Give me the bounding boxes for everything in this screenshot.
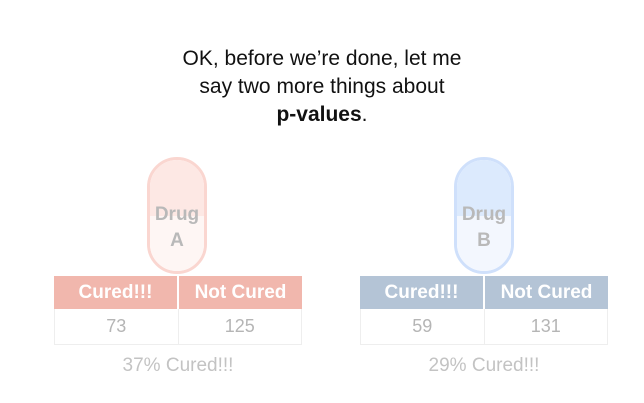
drug-a-pill-label: Drug A — [150, 202, 204, 254]
headline-bold-term: p-values — [276, 103, 362, 126]
drug-b-pill-letter: B — [477, 230, 491, 251]
drug-b-header-cured: Cured!!! — [384, 282, 459, 303]
drug-a-results-table: Cured!!! Not Cured 73 125 — [54, 276, 302, 345]
headline-line-2: say two more things about — [199, 75, 445, 98]
headline-period: . — [361, 103, 368, 126]
drug-b-pill-word: Drug — [461, 204, 507, 225]
drug-b-table-value-row: 59 131 — [360, 309, 608, 345]
headline-line-3: p-values. — [0, 101, 644, 129]
drug-a-pill-icon: Drug A — [147, 157, 207, 274]
drug-a-value-not-cured: 125 — [177, 309, 302, 344]
drug-b-results-table: Cured!!! Not Cured 59 131 — [360, 276, 608, 345]
drug-b-value-cured: 59 — [412, 316, 433, 336]
drug-a-table-value-row: 73 125 — [54, 309, 302, 345]
drug-a-header-cured: Cured!!! — [78, 282, 153, 303]
drug-a-pill-letter: A — [170, 230, 184, 251]
drug-b-pill-icon: Drug B — [454, 157, 514, 274]
slide: OK, before we’re done, let me say two mo… — [0, 0, 644, 403]
drug-b-table-header-row: Cured!!! Not Cured — [360, 276, 608, 309]
drug-b-value-not-cured: 131 — [483, 309, 608, 344]
headline-line-1: OK, before we’re done, let me — [182, 47, 462, 70]
drug-b-summary: 29% Cured!!! — [428, 355, 540, 376]
drug-a-value-cured: 73 — [106, 316, 127, 336]
drug-a-table-header-row: Cured!!! Not Cured — [54, 276, 302, 309]
drug-b-header-not-cured: Not Cured — [483, 276, 608, 309]
drug-a-header-not-cured: Not Cured — [177, 276, 302, 309]
drug-a-summary: 37% Cured!!! — [122, 355, 234, 376]
drug-b-pill-label: Drug B — [457, 202, 511, 254]
slide-headline: OK, before we’re done, let me say two mo… — [0, 45, 644, 129]
drug-a-pill-word: Drug — [154, 204, 200, 225]
